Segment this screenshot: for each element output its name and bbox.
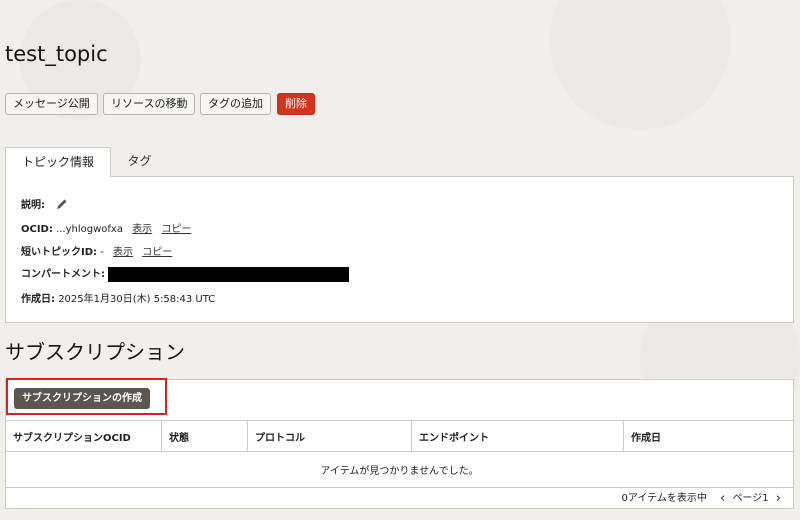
subscriptions-table: サブスクリプションOCID 状態 プロトコル エンドポイント 作成日 アイテムが… [6,420,793,488]
compartment-label: コンパートメント: [21,269,105,280]
delete-button[interactable]: 削除 [277,93,315,115]
short-id-show-link[interactable]: 表示 [113,247,133,258]
table-row: アイテムが見つかりませんでした。 [6,451,793,488]
ocid-label: OCID: [21,224,53,235]
empty-message: アイテムが見つかりませんでした。 [6,451,793,488]
short-id-label: 短いトピックID: [21,247,98,258]
column-header-state[interactable]: 状態 [161,420,248,452]
ocid-row: OCID: ...yhlogwofxa 表示 コピー [21,220,191,235]
add-tags-button[interactable]: タグの追加 [200,93,271,115]
column-header-protocol[interactable]: プロトコル [247,420,412,452]
items-displayed-text: 0アイテムを表示中 [621,493,707,504]
table-header-row: サブスクリプションOCID 状態 プロトコル エンドポイント 作成日 [6,420,793,452]
column-header-endpoint[interactable]: エンドポイント [411,420,624,452]
compartment-redacted-value [108,266,349,282]
move-resource-button[interactable]: リソースの移動 [103,93,196,115]
pagination-bar: 0アイテムを表示中 ‹ ページ1 › [621,489,785,506]
page-label: ページ1 [732,493,769,504]
short-id-copy-link[interactable]: コピー [142,247,172,258]
publish-message-button[interactable]: メッセージ公開 [5,93,98,115]
page-title: test_topic [5,42,108,66]
created-label: 作成日: [21,294,55,305]
create-button-highlight [6,378,167,415]
edit-pencil-icon[interactable] [56,198,68,213]
short-id-row: 短いトピックID: - 表示 コピー [21,243,172,258]
ocid-value: ...yhlogwofxa [56,224,123,235]
column-header-created[interactable]: 作成日 [623,420,793,452]
column-header-ocid[interactable]: サブスクリプションOCID [6,420,162,452]
subscriptions-heading: サブスクリプション [5,340,185,364]
created-row: 作成日: 2025年1月30日(木) 5:58:43 UTC [21,290,215,305]
short-id-value: - [100,247,104,258]
compartment-row: コンパートメント: [21,265,349,282]
ocid-copy-link[interactable]: コピー [161,224,191,235]
chevron-right-icon[interactable]: › [776,491,781,506]
ocid-show-link[interactable]: 表示 [132,224,152,235]
description-row: 説明: [21,196,68,213]
tab-tags[interactable]: タグ [112,147,167,177]
created-value: 2025年1月30日(木) 5:58:43 UTC [58,294,216,305]
description-label: 説明: [21,200,45,211]
chevron-left-icon[interactable]: ‹ [720,491,725,506]
topic-info-panel: 説明: OCID: ...yhlogwofxa 表示 コピー 短いトピックID:… [5,176,794,323]
tab-topic-info[interactable]: トピック情報 [5,147,111,177]
